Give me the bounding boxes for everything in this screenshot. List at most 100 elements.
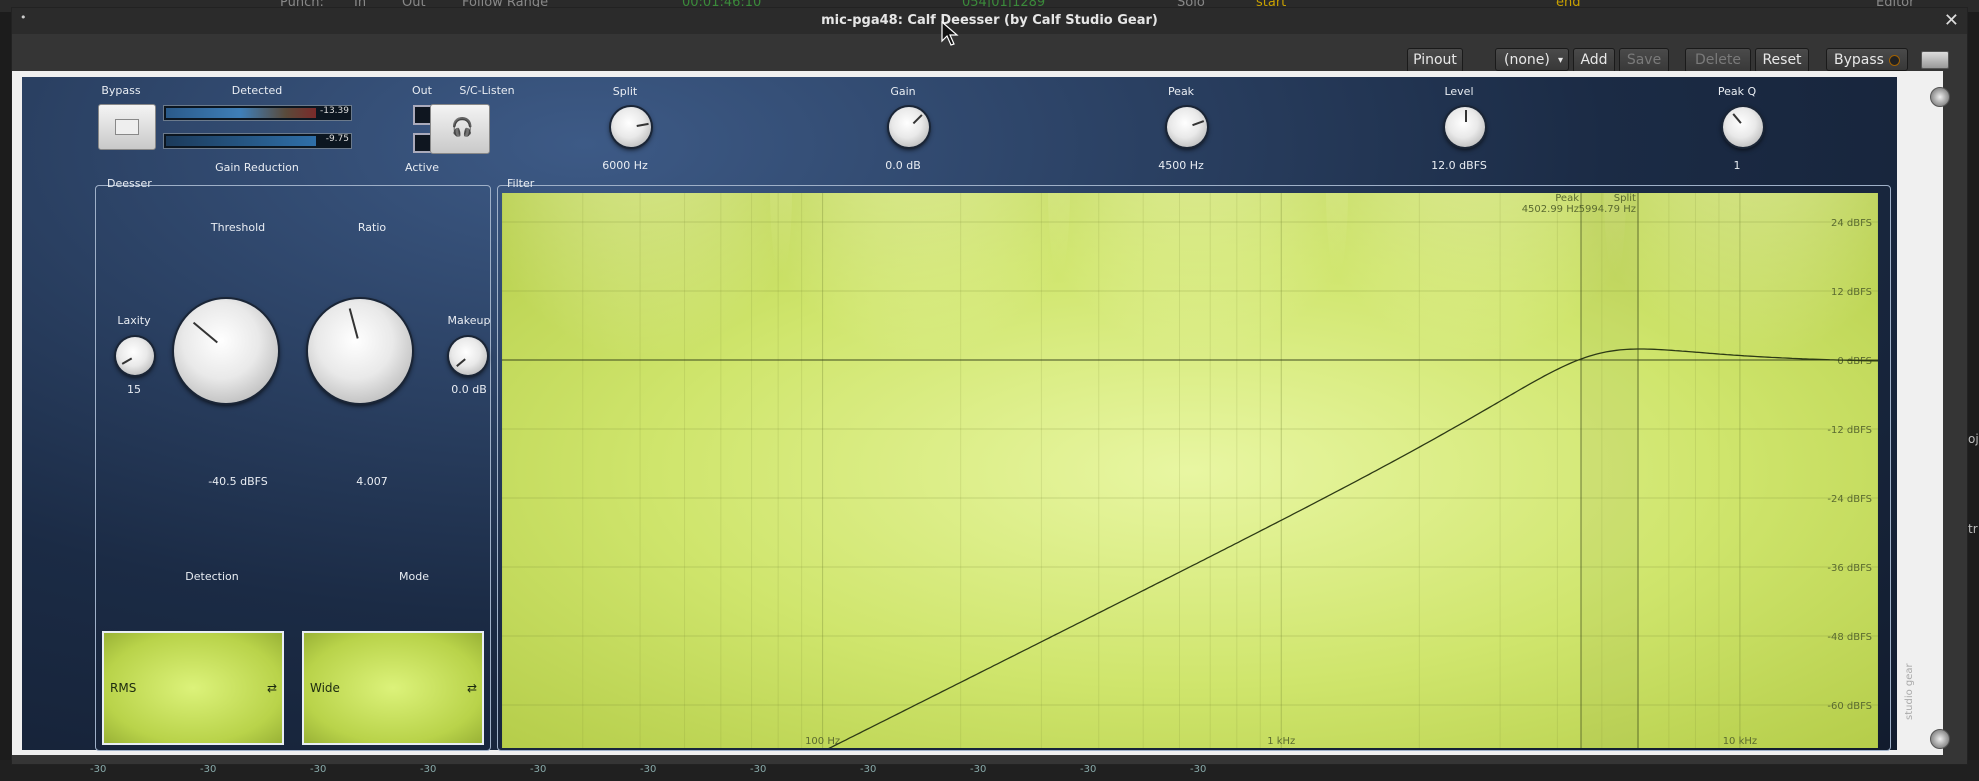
bypass-label: Bypass (101, 84, 141, 97)
peak-q-knob-indicator (1732, 113, 1742, 124)
peak-q-label: Peak Q (1717, 85, 1757, 98)
gain-value: 0.0 dB (885, 159, 921, 172)
gain-reduction-meter-fill (166, 136, 316, 146)
freq-axis-label: 1 kHz (1267, 736, 1295, 747)
split-label: Split (612, 85, 638, 98)
host-meter-mark: -30 (750, 764, 767, 775)
db-axis-label: -12 dBFS (1827, 425, 1872, 436)
peak-value: 4500 Hz (1158, 159, 1204, 172)
headphones-icon: 🎧 (451, 117, 474, 138)
screw-icon (1930, 87, 1950, 107)
screw-icon (1930, 729, 1950, 749)
threshold-knob-indicator (192, 322, 219, 344)
peak-knob[interactable] (1167, 107, 1207, 147)
reset-button[interactable]: Reset (1755, 48, 1809, 73)
makeup-value: 0.0 dB (451, 383, 487, 396)
filter-graph-svg: 24 dBFS 12 dBFS 0 dBFS -12 dBFS -24 dBFS -36 … (502, 193, 1878, 748)
split-marker-label: Split (1614, 193, 1636, 204)
spotlight-glow (1048, 193, 1348, 473)
delete-preset-button[interactable]: Delete (1685, 48, 1751, 73)
filter-group-title: Filter (507, 177, 535, 190)
keyboard-icon[interactable] (1921, 51, 1949, 69)
host-edge-text: tr (1968, 522, 1978, 536)
gain-knob[interactable] (889, 107, 929, 147)
db-axis-label: -24 dBFS (1827, 494, 1872, 505)
peak-marker-value: 4502.99 Hz (1522, 204, 1579, 215)
swap-arrows-icon: ⇄ (466, 681, 477, 695)
bypass-button[interactable] (98, 104, 156, 150)
makeup-label: Makeup (447, 314, 491, 327)
threshold-value: -40.5 dBFS (208, 475, 268, 488)
preset-select[interactable]: (none) ▾ (1495, 48, 1569, 71)
gain-knob-indicator (912, 114, 923, 125)
host-meter-mark: -30 (530, 764, 547, 775)
detected-meter-fill (166, 108, 316, 118)
graph-spotlights (502, 193, 1878, 473)
bypass-switch-icon (115, 119, 139, 135)
db-axis-label: 0 dBFS (1837, 356, 1872, 367)
add-preset-button[interactable]: Add (1573, 48, 1615, 73)
detected-label: Detected (231, 84, 283, 97)
active-label: Active (404, 161, 440, 174)
host-bypass-label: Bypass (1834, 52, 1884, 68)
sc-listen-label: S/C-Listen (459, 84, 515, 97)
detection-select[interactable]: RMS ⇄ (102, 631, 284, 745)
host-meter-mark: -30 (640, 764, 657, 775)
threshold-knob[interactable] (174, 299, 278, 403)
split-value: 6000 Hz (602, 159, 648, 172)
detected-value: -13.39 (319, 106, 349, 116)
peak-label: Peak (1167, 85, 1195, 98)
db-axis-label: -36 dBFS (1827, 563, 1872, 574)
brand-text: studio gear (1904, 663, 1915, 720)
db-axis-label: 24 dBFS (1831, 218, 1872, 229)
peak-marker-label: Peak (1555, 193, 1579, 204)
laxity-value: 15 (127, 383, 141, 396)
laxity-knob-indicator (121, 357, 133, 365)
spotlight-glow (502, 193, 792, 473)
db-axis-label: -60 dBFS (1827, 701, 1872, 712)
mode-value: Wide (310, 681, 340, 695)
split-marker-value: 5994.79 Hz (1579, 204, 1636, 215)
host-edge-text: ojc (1968, 432, 1979, 446)
bypass-led-icon (1889, 55, 1900, 66)
ratio-label: Ratio (357, 221, 387, 234)
gain-reduction-meter: -9.75 (163, 133, 352, 149)
swap-arrows-icon: ⇄ (266, 681, 277, 695)
save-preset-button[interactable]: Save (1619, 48, 1669, 73)
filter-response-graph[interactable]: 24 dBFS 12 dBFS 0 dBFS -12 dBFS -24 dBFS -36 … (502, 193, 1878, 748)
ratio-value: 4.007 (356, 475, 388, 488)
makeup-knob[interactable] (449, 337, 487, 375)
level-knob-indicator (1465, 110, 1467, 123)
title-bar[interactable]: • mic-pga48: Calf Deesser (by Calf Studi… (12, 8, 1967, 34)
chevron-down-icon: ▾ (1557, 55, 1563, 66)
host-meter-mark: -30 (200, 764, 217, 775)
detection-value: RMS (110, 681, 137, 695)
window-title: mic-pga48: Calf Deesser (by Calf Studio … (821, 13, 1158, 28)
laxity-knob[interactable] (116, 337, 154, 375)
freq-axis-label: 10 kHz (1723, 736, 1757, 747)
split-knob-indicator (636, 123, 649, 128)
laxity-label: Laxity (117, 314, 151, 327)
deesser-group-title: Deesser (107, 177, 152, 190)
mode-select[interactable]: Wide ⇄ (302, 631, 484, 745)
level-label: Level (1444, 85, 1474, 98)
ratio-knob[interactable] (308, 299, 412, 403)
gain-label: Gain (890, 85, 916, 98)
host-bypass-button[interactable]: Bypass (1826, 48, 1908, 71)
detected-meter: -13.39 (163, 105, 352, 121)
level-knob[interactable] (1445, 107, 1485, 147)
sc-listen-button[interactable]: 🎧 (430, 104, 490, 154)
host-meter-mark: -30 (310, 764, 327, 775)
peak-knob-indicator (1192, 120, 1205, 127)
pinout-button[interactable]: Pinout (1407, 48, 1463, 73)
level-value: 12.0 dBFS (1431, 159, 1487, 172)
split-knob[interactable] (611, 107, 651, 147)
host-meter-mark: -30 (1190, 764, 1207, 775)
peak-q-knob[interactable] (1723, 107, 1763, 147)
mouse-cursor-icon (941, 20, 959, 51)
host-meter-mark: -30 (1080, 764, 1097, 775)
detection-label: Detection (185, 570, 239, 583)
marker-band (1581, 193, 1638, 748)
gain-reduction-label: Gain Reduction (215, 161, 299, 174)
close-icon[interactable]: ✕ (1944, 10, 1959, 31)
